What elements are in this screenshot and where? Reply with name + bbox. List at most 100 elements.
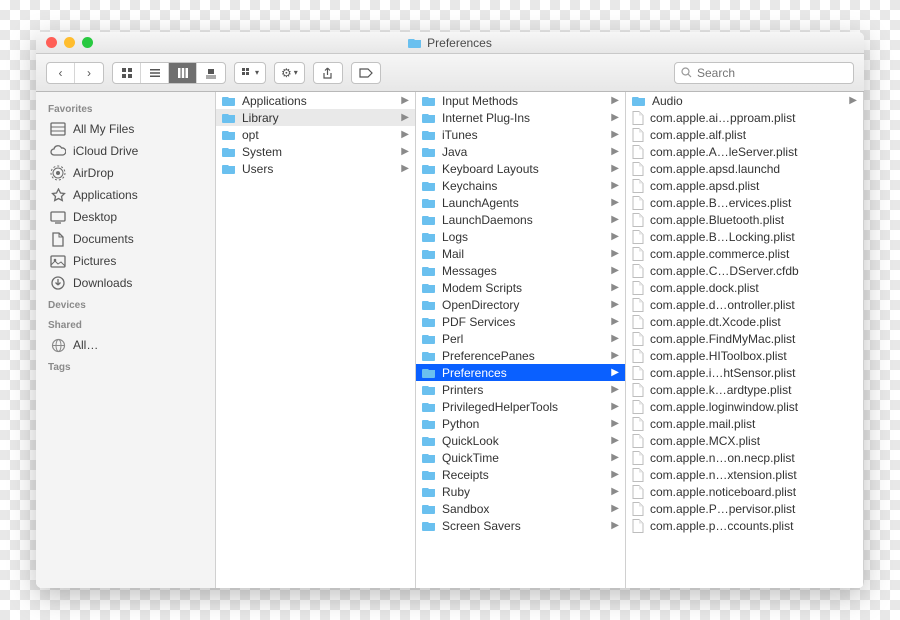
- list-item[interactable]: PDF Services▶: [416, 313, 625, 330]
- item-label: com.apple.HIToolbox.plist: [650, 349, 787, 363]
- chevron-right-icon: ▶: [611, 316, 619, 327]
- item-label: Messages: [442, 264, 497, 278]
- downloads-icon: [50, 275, 66, 291]
- list-item[interactable]: Applications▶: [216, 92, 415, 109]
- list-item[interactable]: com.apple.n…xtension.plist: [626, 466, 863, 483]
- list-item[interactable]: iTunes▶: [416, 126, 625, 143]
- sidebar-item-all-my-files[interactable]: All My Files: [36, 118, 215, 140]
- column-0[interactable]: Applications▶Library▶opt▶System▶Users▶: [216, 92, 416, 588]
- list-item[interactable]: Messages▶: [416, 262, 625, 279]
- list-item[interactable]: opt▶: [216, 126, 415, 143]
- list-item[interactable]: QuickLook▶: [416, 432, 625, 449]
- list-item[interactable]: com.apple.dt.Xcode.plist: [626, 313, 863, 330]
- list-item[interactable]: Internet Plug-Ins▶: [416, 109, 625, 126]
- list-item[interactable]: com.apple.p…ccounts.plist: [626, 517, 863, 534]
- list-item[interactable]: Preferences▶: [416, 364, 625, 381]
- list-item[interactable]: Java▶: [416, 143, 625, 160]
- list-item[interactable]: com.apple.MCX.plist: [626, 432, 863, 449]
- list-item[interactable]: LaunchDaemons▶: [416, 211, 625, 228]
- list-item[interactable]: com.apple.Bluetooth.plist: [626, 211, 863, 228]
- list-item[interactable]: com.apple.A…leServer.plist: [626, 143, 863, 160]
- list-item[interactable]: Library▶: [216, 109, 415, 126]
- sidebar-item-icloud-drive[interactable]: iCloud Drive: [36, 140, 215, 162]
- list-item[interactable]: com.apple.C…DServer.cfdb: [626, 262, 863, 279]
- item-label: com.apple.apsd.plist: [650, 179, 759, 193]
- search-field[interactable]: [674, 62, 854, 84]
- item-label: com.apple.FindMyMac.plist: [650, 332, 795, 346]
- list-item[interactable]: com.apple.HIToolbox.plist: [626, 347, 863, 364]
- list-item[interactable]: LaunchAgents▶: [416, 194, 625, 211]
- list-item[interactable]: Modem Scripts▶: [416, 279, 625, 296]
- list-item[interactable]: com.apple.commerce.plist: [626, 245, 863, 262]
- list-item[interactable]: com.apple.apsd.plist: [626, 177, 863, 194]
- list-item[interactable]: com.apple.k…ardtype.plist: [626, 381, 863, 398]
- item-label: com.apple.mail.plist: [650, 417, 755, 431]
- tags-button[interactable]: [351, 62, 381, 84]
- list-item[interactable]: com.apple.FindMyMac.plist: [626, 330, 863, 347]
- back-button[interactable]: ‹: [47, 63, 75, 83]
- list-item[interactable]: Screen Savers▶: [416, 517, 625, 534]
- search-input[interactable]: [697, 66, 852, 80]
- list-item[interactable]: com.apple.dock.plist: [626, 279, 863, 296]
- file-icon: [632, 315, 644, 329]
- list-item[interactable]: com.apple.loginwindow.plist: [626, 398, 863, 415]
- list-item[interactable]: com.apple.noticeboard.plist: [626, 483, 863, 500]
- chevron-right-icon: ▶: [611, 486, 619, 497]
- close-button[interactable]: [46, 37, 57, 48]
- list-item[interactable]: Keychains▶: [416, 177, 625, 194]
- arrange-button[interactable]: ▾: [234, 62, 266, 84]
- zoom-button[interactable]: [82, 37, 93, 48]
- column-1[interactable]: Input Methods▶Internet Plug-Ins▶iTunes▶J…: [416, 92, 626, 588]
- sidebar-item-airdrop[interactable]: AirDrop: [36, 162, 215, 184]
- list-item[interactable]: QuickTime▶: [416, 449, 625, 466]
- share-button[interactable]: [313, 62, 343, 84]
- list-item[interactable]: Mail▶: [416, 245, 625, 262]
- folder-icon: [422, 214, 436, 225]
- file-icon: [632, 502, 644, 516]
- list-item[interactable]: Input Methods▶: [416, 92, 625, 109]
- list-item[interactable]: com.apple.ai…pproam.plist: [626, 109, 863, 126]
- list-item[interactable]: com.apple.alf.plist: [626, 126, 863, 143]
- sidebar-item-all-[interactable]: All…: [36, 334, 215, 356]
- list-item[interactable]: Logs▶: [416, 228, 625, 245]
- action-button[interactable]: ⚙▾: [274, 62, 305, 84]
- list-item[interactable]: Sandbox▶: [416, 500, 625, 517]
- list-item[interactable]: com.apple.B…ervices.plist: [626, 194, 863, 211]
- list-item[interactable]: com.apple.B…Locking.plist: [626, 228, 863, 245]
- list-item[interactable]: Ruby▶: [416, 483, 625, 500]
- item-label: com.apple.B…ervices.plist: [650, 196, 791, 210]
- list-item[interactable]: Printers▶: [416, 381, 625, 398]
- forward-button[interactable]: ›: [75, 63, 103, 83]
- coverflow-view-button[interactable]: [197, 63, 225, 83]
- list-item[interactable]: com.apple.d…ontroller.plist: [626, 296, 863, 313]
- column-2[interactable]: Audio▶com.apple.ai…pproam.plistcom.apple…: [626, 92, 864, 588]
- list-item[interactable]: Receipts▶: [416, 466, 625, 483]
- titlebar[interactable]: Preferences: [36, 32, 864, 54]
- list-item[interactable]: System▶: [216, 143, 415, 160]
- list-item[interactable]: OpenDirectory▶: [416, 296, 625, 313]
- column-view-button[interactable]: [169, 63, 197, 83]
- list-view-button[interactable]: [141, 63, 169, 83]
- list-item[interactable]: Python▶: [416, 415, 625, 432]
- list-item[interactable]: com.apple.mail.plist: [626, 415, 863, 432]
- item-label: Java: [442, 145, 467, 159]
- sidebar-item-documents[interactable]: Documents: [36, 228, 215, 250]
- file-icon: [632, 349, 644, 363]
- list-item[interactable]: PreferencePanes▶: [416, 347, 625, 364]
- sidebar-item-desktop[interactable]: Desktop: [36, 206, 215, 228]
- list-item[interactable]: com.apple.apsd.launchd: [626, 160, 863, 177]
- list-item[interactable]: Perl▶: [416, 330, 625, 347]
- chevron-right-icon: ▶: [611, 214, 619, 225]
- list-item[interactable]: Users▶: [216, 160, 415, 177]
- list-item[interactable]: Audio▶: [626, 92, 863, 109]
- sidebar-item-pictures[interactable]: Pictures: [36, 250, 215, 272]
- sidebar-item-applications[interactable]: Applications: [36, 184, 215, 206]
- list-item[interactable]: com.apple.P…pervisor.plist: [626, 500, 863, 517]
- icon-view-button[interactable]: [113, 63, 141, 83]
- list-item[interactable]: com.apple.i…htSensor.plist: [626, 364, 863, 381]
- minimize-button[interactable]: [64, 37, 75, 48]
- list-item[interactable]: com.apple.n…on.necp.plist: [626, 449, 863, 466]
- sidebar-item-downloads[interactable]: Downloads: [36, 272, 215, 294]
- list-item[interactable]: Keyboard Layouts▶: [416, 160, 625, 177]
- list-item[interactable]: PrivilegedHelperTools▶: [416, 398, 625, 415]
